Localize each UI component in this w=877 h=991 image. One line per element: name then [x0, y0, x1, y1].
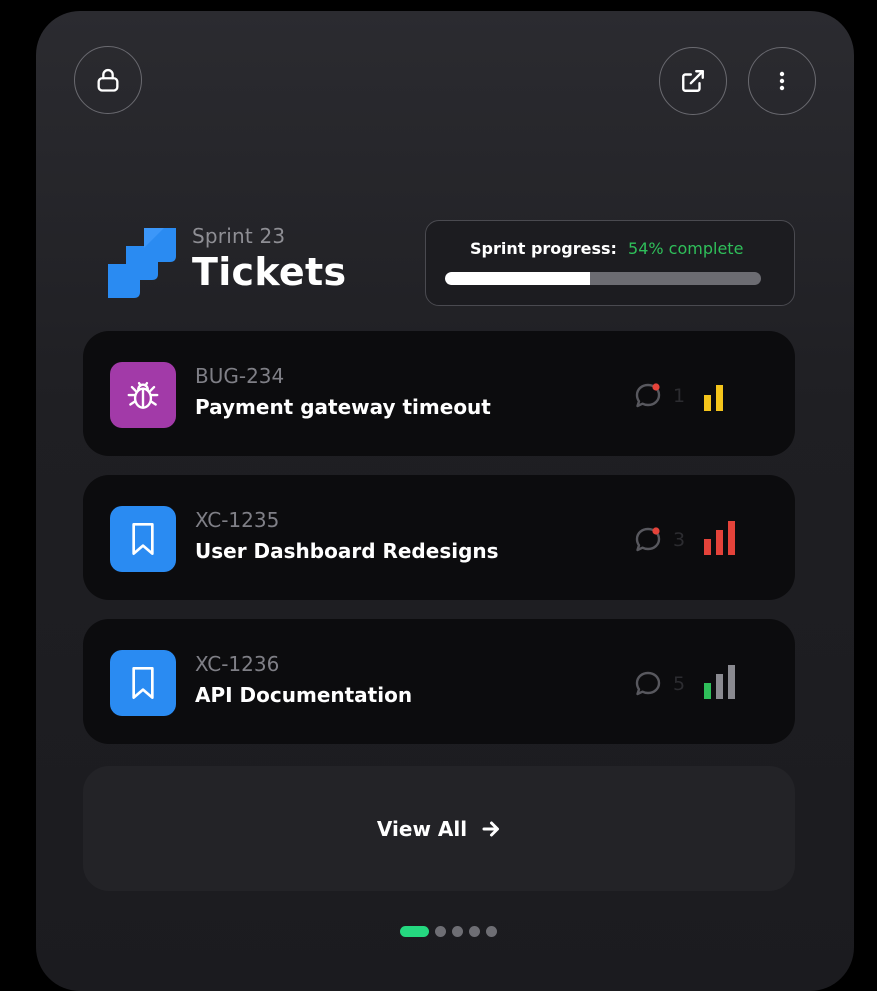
- comment-icon: [635, 671, 661, 696]
- comment-count[interactable]: 3: [633, 525, 693, 555]
- ticket-type-badge: [110, 362, 176, 428]
- priority-low-icon: [704, 665, 735, 699]
- progress-bar-track: [445, 272, 761, 285]
- progress-label: Sprint progress:: [470, 239, 617, 258]
- jira-logo-icon: [108, 228, 176, 298]
- progress-value-text: 54% complete: [628, 239, 744, 258]
- ticket-type-badge: [110, 650, 176, 716]
- comment-count-value: 5: [673, 673, 686, 695]
- ticket-row[interactable]: XC-1235 User Dashboard Redesigns 3: [83, 475, 795, 600]
- ticket-key: XC-1235: [195, 508, 280, 532]
- sprint-progress-panel: Sprint progress: 54% complete: [425, 220, 795, 306]
- ticket-key: XC-1236: [195, 652, 280, 676]
- lock-icon: [97, 68, 119, 92]
- page-dot[interactable]: [469, 925, 480, 937]
- view-all-label: View All: [376, 816, 468, 841]
- arrow-right-icon: [482, 821, 500, 836]
- progress-label-row: Sprint progress: 54% complete: [470, 239, 743, 258]
- ticket-type-badge: [110, 506, 176, 572]
- bookmark-icon: [132, 666, 154, 699]
- ticket-widget-card: Sprint 23 Tickets Sprint progress: 54% c…: [36, 11, 854, 991]
- progress-bar-fill: [445, 272, 591, 285]
- ticket-title: Payment gateway timeout: [195, 395, 491, 419]
- ticket-title: User Dashboard Redesigns: [195, 539, 499, 563]
- page-title: Tickets: [192, 250, 347, 294]
- external-link-icon: [682, 70, 704, 92]
- bug-icon: [127, 381, 159, 409]
- ticket-row[interactable]: BUG-234 Payment gateway timeout 1: [83, 331, 795, 456]
- ticket-title: API Documentation: [195, 683, 413, 707]
- ticket-row[interactable]: XC-1236 API Documentation 5: [83, 619, 795, 744]
- ticket-key: BUG-234: [195, 364, 285, 388]
- priority-medium-icon: [704, 385, 723, 411]
- comment-count[interactable]: 1: [633, 381, 693, 411]
- more-options-button[interactable]: [748, 47, 816, 115]
- page-dot[interactable]: [486, 925, 497, 937]
- comment-count-value: 3: [673, 529, 686, 551]
- page-dot[interactable]: [435, 925, 446, 937]
- lock-button[interactable]: [74, 46, 142, 114]
- page-dot[interactable]: [452, 925, 463, 937]
- more-vertical-icon: [779, 71, 785, 91]
- comment-count-value: 1: [673, 385, 686, 407]
- priority-high-icon: [704, 521, 735, 555]
- pagination-dots: [400, 925, 503, 937]
- comment-icon: [635, 383, 661, 408]
- comment-count[interactable]: 5: [633, 669, 693, 699]
- page-dot-active[interactable]: [400, 925, 429, 937]
- open-external-button[interactable]: [659, 47, 727, 115]
- view-all-button[interactable]: View All: [83, 766, 795, 891]
- sprint-subtitle: Sprint 23: [192, 224, 286, 248]
- comment-icon: [635, 527, 661, 552]
- bookmark-icon: [132, 522, 154, 555]
